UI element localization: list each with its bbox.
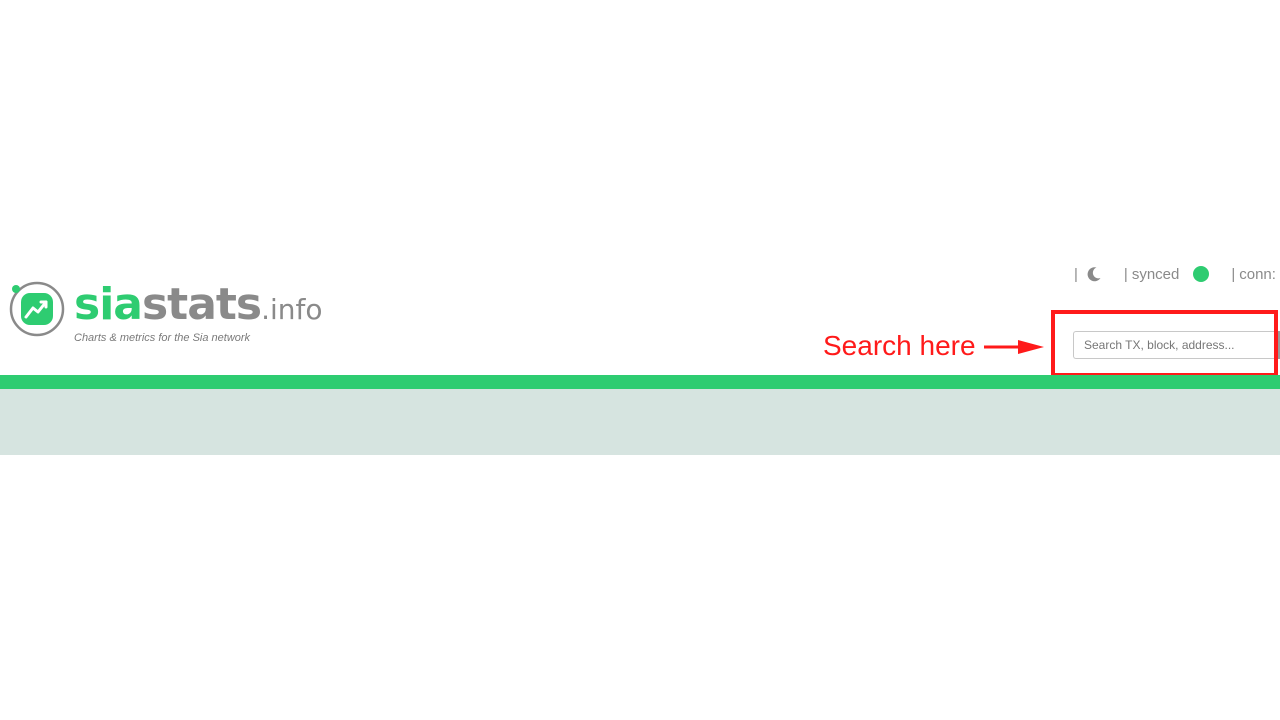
connections-label: conn: 8 (1239, 265, 1280, 283)
sync-status-indicator (1193, 266, 1210, 282)
logo-wordmark: siastats.info (74, 278, 323, 337)
search-button[interactable] (1274, 331, 1280, 359)
status-separator: | (1074, 265, 1078, 283)
status-separator: | (1123, 265, 1128, 283)
site-logo[interactable]: siastats.info Charts & metrics for the S… (8, 278, 328, 344)
sync-status-label: synced (1131, 265, 1180, 283)
sub-nav-bar (0, 389, 1280, 455)
status-separator: | (1231, 265, 1236, 283)
search-bar (1073, 331, 1280, 359)
status-strip: | | synced | conn: 8 (1074, 264, 1280, 284)
logo-tagline: Charts & metrics for the Sia network (74, 332, 251, 344)
annotation-arrow-icon (984, 340, 1044, 354)
nav-bar (0, 375, 1280, 389)
site-header: siastats.info Charts & metrics for the S… (0, 250, 1280, 377)
logo-word-sia: sia (74, 279, 143, 330)
chart-trend-icon (9, 281, 65, 337)
logo-word-stats: stats (141, 279, 262, 330)
search-input[interactable] (1073, 331, 1274, 359)
moon-icon[interactable] (1086, 266, 1102, 282)
page: siastats.info Charts & metrics for the S… (0, 0, 1280, 720)
annotation-label: Search here (823, 330, 976, 361)
logo-word-info: .info (261, 293, 323, 326)
